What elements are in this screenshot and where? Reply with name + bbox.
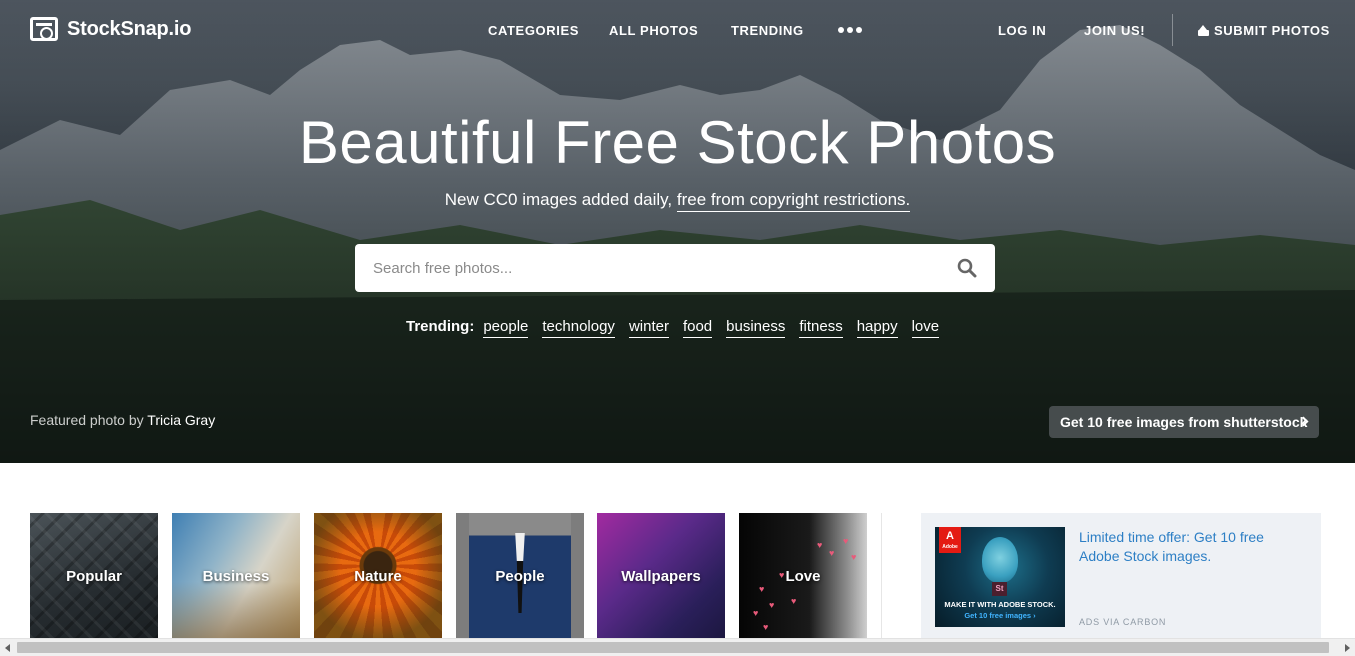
search-bar (355, 244, 995, 292)
ad-portrait (982, 537, 1018, 583)
category-tile-nature[interactable]: Nature (314, 513, 442, 638)
trending-tag[interactable]: business (726, 318, 786, 338)
category-label: Nature (354, 568, 402, 585)
trending-tag[interactable]: happy (856, 318, 898, 338)
nav-submit-photos[interactable]: SUBMIT PHOTOS (1198, 23, 1330, 38)
nav-divider (1172, 14, 1173, 46)
brand-logo[interactable]: StockSnap.io (30, 17, 191, 41)
featured-photo-credit: Featured photo by Tricia Gray (30, 412, 215, 428)
heart-icon: ♥ (769, 600, 775, 610)
brand-name: StockSnap.io (67, 17, 192, 40)
upload-icon (1198, 25, 1209, 36)
hero-subtitle: New CC0 images added daily, free from co… (0, 190, 1355, 212)
camera-icon (30, 17, 58, 41)
shutterstock-label: Get 10 free images from shutterstock (1060, 414, 1308, 430)
category-label: Popular (66, 568, 122, 585)
ads-via-carbon[interactable]: ADS VIA CARBON (1079, 617, 1166, 627)
subtitle-text: New CC0 images added daily, (444, 190, 673, 209)
heart-icon: ♥ (817, 540, 823, 550)
trending-tag[interactable]: people (483, 318, 529, 338)
ad-image-cta: Get 10 free images › (964, 611, 1036, 620)
featured-author-link[interactable]: Tricia Gray (147, 412, 215, 428)
search-input[interactable] (373, 244, 933, 292)
heart-icon: ♥ (759, 584, 765, 594)
trending-label: Trending: (406, 318, 475, 335)
category-label: People (495, 568, 545, 585)
adobe-logo: Adobe (939, 527, 961, 553)
submit-photos-label: SUBMIT PHOTOS (1214, 23, 1330, 38)
nav-all-photos[interactable]: ALL PHOTOS (609, 23, 698, 38)
category-tile-people[interactable]: People (456, 513, 584, 638)
ad-link[interactable]: Limited time offer: Get 10 free Adobe St… (1079, 528, 1304, 566)
scrollbar-thumb[interactable] (17, 642, 1329, 653)
ad-image[interactable]: Adobe St MAKE IT WITH ADOBE STOCK. Get 1… (935, 527, 1065, 627)
heart-icon: ♥ (829, 548, 835, 558)
heart-icon: ♥ (843, 536, 849, 546)
search-icon[interactable] (957, 258, 977, 278)
shutterstock-button[interactable]: Get 10 free images from shutterstock (1049, 406, 1319, 438)
heart-icon: ♥ (753, 608, 759, 618)
hero-title: Beautiful Free Stock Photos (298, 109, 1057, 176)
heart-icon: ♥ (763, 622, 769, 632)
trending-tags: Trending: people technology winter food … (406, 318, 940, 338)
heart-icon: ♥ (791, 596, 797, 606)
category-label: Business (202, 568, 270, 585)
nav-categories[interactable]: CATEGORIES (488, 23, 579, 38)
trending-tag[interactable]: winter (628, 318, 669, 338)
more-menu-icon[interactable] (838, 27, 862, 33)
nav-login[interactable]: LOG IN (998, 23, 1046, 38)
nav-trending[interactable]: TRENDING (731, 23, 804, 38)
featured-prefix: Featured photo by (30, 412, 144, 428)
heart-icon: ♥ (851, 552, 857, 562)
copyright-link[interactable]: free from copyright restrictions. (676, 190, 911, 212)
scroll-right-icon[interactable] (1345, 644, 1350, 652)
scroll-left-icon[interactable] (5, 644, 10, 652)
category-tile-popular[interactable]: Popular (30, 513, 158, 638)
adobe-stock-badge: St (992, 582, 1007, 596)
horizontal-scrollbar[interactable] (0, 638, 1355, 656)
hero-banner: StockSnap.io CATEGORIES ALL PHOTOS TREND… (0, 0, 1355, 463)
category-tile-business[interactable]: Business (172, 513, 300, 638)
category-label: Wallpapers (621, 568, 701, 585)
carbon-ad: Adobe St MAKE IT WITH ADOBE STOCK. Get 1… (921, 513, 1321, 638)
category-tile-love[interactable]: ♥ ♥ ♥ ♥ ♥ ♥ ♥ ♥ ♥ ♥ Love (739, 513, 867, 638)
mountain-backdrop (0, 25, 1355, 463)
nav-join[interactable]: JOIN US! (1084, 23, 1145, 38)
trending-tag[interactable]: food (682, 318, 713, 338)
trending-tag[interactable]: technology (542, 318, 615, 338)
section-divider (881, 513, 882, 638)
ad-image-caption: MAKE IT WITH ADOBE STOCK. (944, 600, 1056, 609)
trending-tag[interactable]: fitness (799, 318, 843, 338)
trending-tag[interactable]: love (911, 318, 940, 338)
top-navigation: StockSnap.io CATEGORIES ALL PHOTOS TREND… (0, 0, 1355, 62)
category-label: Love (785, 568, 821, 585)
category-tile-wallpapers[interactable]: Wallpapers (597, 513, 725, 638)
